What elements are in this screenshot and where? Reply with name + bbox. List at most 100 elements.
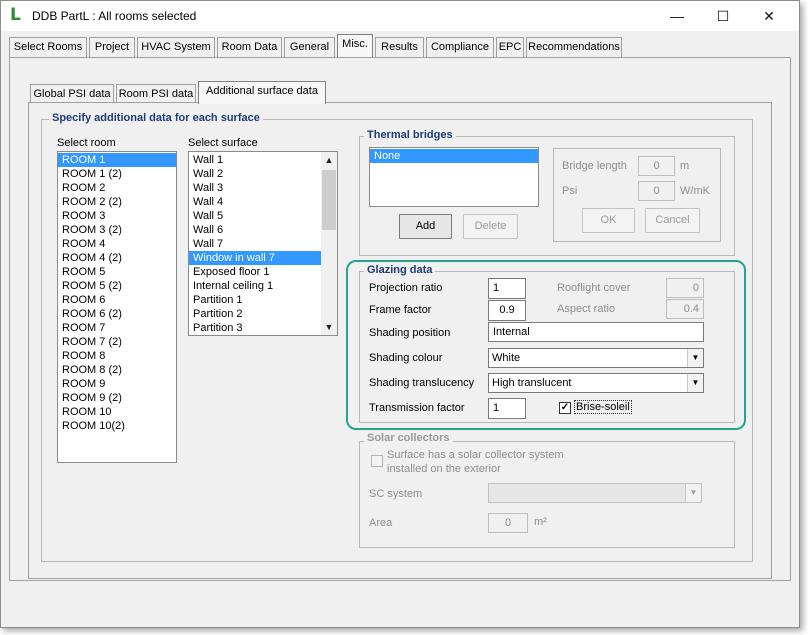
bridge-length-field[interactable]: 0 [638,156,675,176]
room-list-item[interactable]: ROOM 2 [58,181,176,195]
shading-colour-select[interactable]: White ▼ [488,348,704,368]
surface-list-item[interactable]: Window in wall 7 [189,251,321,265]
main-tab-epc[interactable]: EPC [496,37,524,57]
aspect-ratio-label: Aspect ratio [557,303,616,315]
main-tab-recommendations[interactable]: Recommendations [526,37,622,57]
transmission-factor-field[interactable]: 1 [488,398,526,419]
brise-soleil-checkbox[interactable]: ✓ [559,402,571,414]
bridge-ok-button[interactable]: OK [582,208,635,233]
shading-colour-value: White [492,352,521,364]
scroll-up-icon[interactable]: ▲ [321,152,337,168]
sc-system-select[interactable]: ▼ [488,483,702,503]
rooflight-cover-label: Rooflight cover [557,282,631,294]
surface-list-item[interactable]: Partition 3 [189,321,321,335]
minimize-icon[interactable]: — [655,1,699,31]
area-field[interactable]: 0 [488,513,528,533]
room-list-item[interactable]: ROOM 3 (2) [58,223,176,237]
app-window: L DDB PartL : All rooms selected — ☐ ✕ S… [0,0,800,628]
main-tab-compliance[interactable]: Compliance [426,37,494,57]
thermal-bridge-item[interactable]: None [370,149,538,163]
thermal-bridges-title: Thermal bridges [364,129,456,141]
title-bar: L DDB PartL : All rooms selected — ☐ ✕ [1,1,799,31]
room-list-item[interactable]: ROOM 5 [58,265,176,279]
area-label: Area [369,517,393,529]
psi-field[interactable]: 0 [638,181,675,201]
aspect-ratio-field[interactable]: 0.4 [666,299,704,319]
main-tab-select-rooms[interactable]: Select Rooms [9,37,87,57]
surface-list-item[interactable]: Wall 1 [189,153,321,167]
room-list-item[interactable]: ROOM 6 (2) [58,307,176,321]
main-tab-results[interactable]: Results [375,37,424,57]
shading-colour-label: Shading colour [369,352,443,364]
room-list-item[interactable]: ROOM 9 [58,377,176,391]
thermal-bridges-listbox[interactable]: None [369,147,539,207]
shading-position-label: Shading position [369,327,451,339]
surface-list-item[interactable]: Wall 5 [189,209,321,223]
main-tab-project[interactable]: Project [89,37,135,57]
room-list-item[interactable]: ROOM 10(2) [58,419,176,433]
chevron-down-icon[interactable]: ▼ [685,484,701,502]
shading-position-field[interactable]: Internal [488,322,704,342]
scroll-down-icon[interactable]: ▼ [321,319,337,335]
brise-soleil-label[interactable]: Brise-soleil [574,400,632,414]
room-listbox[interactable]: ROOM 1 ROOM 1 (2) ROOM 2 ROOM 2 (2) ROOM 3 RO… [57,151,177,463]
sc-system-label: SC system [369,488,423,500]
solar-collector-label-2: installed on the exterior [387,463,501,475]
room-list-item[interactable]: ROOM 8 (2) [58,363,176,377]
main-tab-general[interactable]: General [284,37,335,57]
delete-bridge-button[interactable]: Delete [463,214,518,239]
frame-factor-label: Frame factor [369,304,432,316]
window-title: DDB PartL : All rooms selected [32,9,197,23]
surface-list-item[interactable]: Wall 6 [189,223,321,237]
sub-tab-global-psi-data[interactable]: Global PSI data [30,84,114,104]
close-icon[interactable]: ✕ [747,1,791,31]
room-list-item[interactable]: ROOM 2 (2) [58,195,176,209]
projection-ratio-field[interactable]: 1 [488,278,526,299]
surface-list-item[interactable]: Internal ceiling 1 [189,279,321,293]
surface-list-item[interactable]: Wall 4 [189,195,321,209]
main-tab-hvac-system[interactable]: HVAC System [137,37,215,57]
surface-list-item[interactable]: Partition 2 [189,307,321,321]
surface-list-item[interactable]: Wall 3 [189,181,321,195]
shading-translucency-value: High translucent [492,377,572,389]
solar-collector-checkbox[interactable] [371,455,383,467]
sub-tab-room-psi-data[interactable]: Room PSI data [116,84,196,104]
room-list-item[interactable]: ROOM 4 (2) [58,251,176,265]
main-tab-misc[interactable]: Misc. [337,34,373,57]
room-list-item[interactable]: ROOM 5 (2) [58,279,176,293]
maximize-icon[interactable]: ☐ [701,1,745,31]
room-list-item[interactable]: ROOM 1 (2) [58,167,176,181]
surface-scrollbar[interactable]: ▲ ▼ [321,152,337,335]
surface-list-item[interactable]: Wall 7 [189,237,321,251]
app-logo-icon: L [10,5,21,25]
solar-collector-label-1: Surface has a solar collector system [387,449,564,461]
room-list-item[interactable]: ROOM 8 [58,349,176,363]
surface-list-item[interactable]: Partition 1 [189,293,321,307]
scroll-thumb[interactable] [322,170,336,230]
shading-translucency-select[interactable]: High translucent ▼ [488,373,704,393]
surface-list-item[interactable]: Exposed floor 1 [189,265,321,279]
room-list-item[interactable]: ROOM 4 [58,237,176,251]
rooflight-cover-field[interactable]: 0 [666,278,704,298]
room-list-item[interactable]: ROOM 10 [58,405,176,419]
frame-factor-field[interactable]: 0.9 [488,300,526,321]
room-list-item[interactable]: ROOM 7 (2) [58,335,176,349]
room-list-item[interactable]: ROOM 3 [58,209,176,223]
glazing-data-title: Glazing data [364,264,436,276]
chevron-down-icon[interactable]: ▼ [687,349,703,367]
bridge-length-unit: m [680,160,690,172]
chevron-down-icon[interactable]: ▼ [687,374,703,392]
surface-listbox[interactable]: Wall 1 Wall 2 Wall 3 Wall 4 Wall 5 Wall 6 Wall… [188,151,338,336]
add-bridge-button[interactable]: Add [399,214,452,239]
solar-collectors-title: Solar collectors [364,432,453,444]
room-list-item[interactable]: ROOM 1 [58,153,176,167]
surface-list-item[interactable]: Wall 2 [189,167,321,181]
specify-group-title: Specify additional data for each surface [49,112,263,124]
select-room-label: Select room [57,137,116,149]
room-list-item[interactable]: ROOM 7 [58,321,176,335]
main-tab-room-data[interactable]: Room Data [217,37,282,57]
bridge-cancel-button[interactable]: Cancel [645,208,700,233]
room-list-item[interactable]: ROOM 9 (2) [58,391,176,405]
sub-tab-additional-surface-data[interactable]: Additional surface data [198,81,326,104]
room-list-item[interactable]: ROOM 6 [58,293,176,307]
